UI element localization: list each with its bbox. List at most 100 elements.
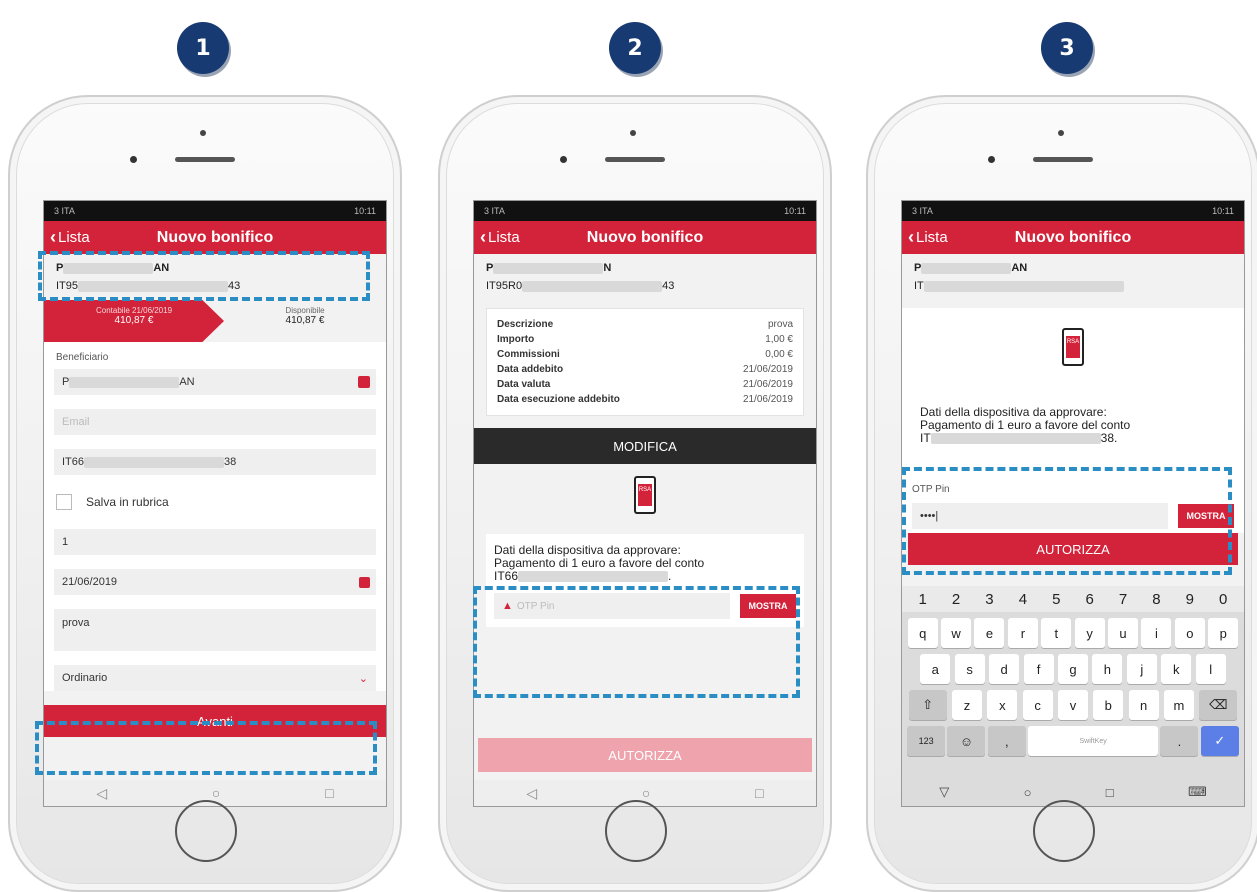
iban-field[interactable]: IT66 38: [54, 449, 376, 475]
letter-key[interactable]: r: [1007, 618, 1038, 648]
letter-key[interactable]: a: [920, 654, 951, 684]
carrier-label: 3 ITA: [54, 206, 75, 216]
letter-key[interactable]: f: [1023, 654, 1054, 684]
nav-back-icon[interactable]: ◁: [96, 785, 107, 802]
nav-home-icon[interactable]: ○: [1024, 785, 1032, 800]
phone-2: 3 ITA 10:11 ‹ Lista Nuovo bonifico P N I…: [438, 95, 832, 892]
number-key[interactable]: 3: [985, 591, 993, 608]
autorizza-button[interactable]: AUTORIZZA: [908, 533, 1238, 565]
letter-key[interactable]: y: [1074, 618, 1105, 648]
letter-key[interactable]: v: [1057, 690, 1088, 720]
nav-back-icon[interactable]: ◁: [526, 785, 537, 802]
camera-dot: [1058, 130, 1064, 136]
account-name-end: AN: [1011, 262, 1028, 274]
letter-key[interactable]: n: [1128, 690, 1159, 720]
mostra-button[interactable]: MOSTRA: [1178, 504, 1234, 528]
keyboard-switch-icon[interactable]: ⌨: [1188, 784, 1207, 800]
contabile-value: 410,87 €: [114, 315, 154, 326]
dispo-iban-start: IT: [920, 431, 931, 445]
avanti-button[interactable]: Avanti: [44, 705, 386, 737]
number-key[interactable]: 8: [1152, 591, 1160, 608]
causale-field[interactable]: prova: [54, 609, 376, 651]
enter-check-icon[interactable]: ✓: [1200, 726, 1239, 756]
letter-key[interactable]: l: [1195, 654, 1226, 684]
salva-row[interactable]: Salva in rubrica: [54, 489, 376, 515]
letter-key[interactable]: k: [1161, 654, 1192, 684]
detail-row: Data addebito 21/06/2019: [497, 362, 793, 377]
letter-key[interactable]: o: [1174, 618, 1205, 648]
redaction-bar: [930, 433, 1101, 444]
letter-key[interactable]: m: [1163, 690, 1194, 720]
date-field[interactable]: 21/06/2019: [54, 569, 376, 595]
backspace-icon[interactable]: ⌫: [1199, 690, 1238, 720]
nav-back-icon[interactable]: ▽: [939, 784, 949, 800]
account-name-start: P: [56, 262, 64, 274]
number-key[interactable]: 6: [1085, 591, 1093, 608]
number-key[interactable]: 1: [919, 591, 927, 608]
letter-key[interactable]: h: [1092, 654, 1123, 684]
symbols-key[interactable]: 123: [907, 726, 946, 756]
camera-dot: [200, 130, 206, 136]
contabile-label: Contabile 21/06/2019: [95, 306, 173, 315]
tipo-select[interactable]: Ordinario ⌄: [54, 665, 376, 691]
page-title: Nuovo bonifico: [586, 228, 704, 246]
letter-key[interactable]: s: [954, 654, 985, 684]
letter-key[interactable]: p: [1208, 618, 1239, 648]
nav-recents-icon[interactable]: □: [755, 785, 763, 801]
nav-home-icon[interactable]: ○: [212, 785, 220, 801]
letter-key[interactable]: c: [1022, 690, 1053, 720]
phone-1: 3 ITA 10:11 ‹ Lista Nuovo bonifico P AN …: [8, 95, 402, 892]
nav-home-icon[interactable]: ○: [642, 785, 650, 801]
number-key[interactable]: 7: [1119, 591, 1127, 608]
modifica-button[interactable]: MODIFICA: [474, 428, 816, 464]
period-key[interactable]: .: [1160, 726, 1199, 756]
letter-key[interactable]: g: [1057, 654, 1088, 684]
account-name-end: AN: [153, 262, 170, 274]
detail-key: Data valuta: [497, 379, 551, 390]
account-header[interactable]: P AN IT95 43: [44, 254, 386, 300]
letter-key[interactable]: q: [907, 618, 938, 648]
email-field[interactable]: Email: [54, 409, 376, 435]
swiftkey-keyboard: 1234567890 qwertyuiop asdfghjkl ⇧ zxcvbn…: [902, 586, 1244, 806]
space-bar[interactable]: SwiftKey: [1028, 726, 1159, 756]
number-key[interactable]: 0: [1219, 591, 1227, 608]
number-key[interactable]: 9: [1186, 591, 1194, 608]
letter-key[interactable]: w: [941, 618, 972, 648]
letter-key[interactable]: u: [1108, 618, 1139, 648]
otp-pin-input[interactable]: ▲ OTP Pin: [494, 593, 730, 619]
mic-comma-key[interactable]: ,: [987, 726, 1026, 756]
letter-key[interactable]: z: [951, 690, 982, 720]
number-key[interactable]: 2: [952, 591, 960, 608]
letter-key[interactable]: t: [1041, 618, 1072, 648]
address-book-icon[interactable]: [358, 376, 370, 388]
mostra-button[interactable]: MOSTRA: [740, 594, 796, 618]
clock-label: 10:11: [1212, 206, 1234, 216]
number-key[interactable]: 4: [1019, 591, 1027, 608]
emoji-icon[interactable]: ☺: [947, 726, 986, 756]
autorizza-button[interactable]: AUTORIZZA: [478, 738, 812, 772]
speaker-grille: [175, 157, 235, 162]
detail-key: Descrizione: [497, 319, 554, 330]
number-key[interactable]: 5: [1052, 591, 1060, 608]
letter-key[interactable]: b: [1093, 690, 1124, 720]
nav-recents-icon[interactable]: □: [325, 785, 333, 801]
email-placeholder: Email: [62, 416, 90, 428]
letter-key[interactable]: e: [974, 618, 1005, 648]
letter-key[interactable]: i: [1141, 618, 1172, 648]
speaker-grille: [605, 157, 665, 162]
letter-key[interactable]: d: [989, 654, 1020, 684]
dispo-line-3: IT 38.: [920, 432, 1226, 445]
salva-checkbox[interactable]: [56, 494, 72, 510]
otp-label: OTP Pin: [912, 484, 950, 495]
account-iban: IT95R0 43: [486, 280, 804, 292]
calendar-icon[interactable]: [359, 576, 370, 588]
transfer-form: Beneficiario P AN Email IT66 38 Salva in…: [44, 342, 386, 691]
letter-key[interactable]: j: [1126, 654, 1157, 684]
beneficiario-field[interactable]: P AN: [54, 369, 376, 395]
importo-field[interactable]: 1: [54, 529, 376, 555]
otp-pin-input[interactable]: ••••|: [912, 503, 1168, 529]
letter-key[interactable]: x: [987, 690, 1018, 720]
nav-recents-icon[interactable]: □: [1106, 785, 1114, 800]
shift-icon[interactable]: ⇧: [908, 690, 947, 720]
app-bar: ‹ Lista Nuovo bonifico: [44, 221, 386, 254]
